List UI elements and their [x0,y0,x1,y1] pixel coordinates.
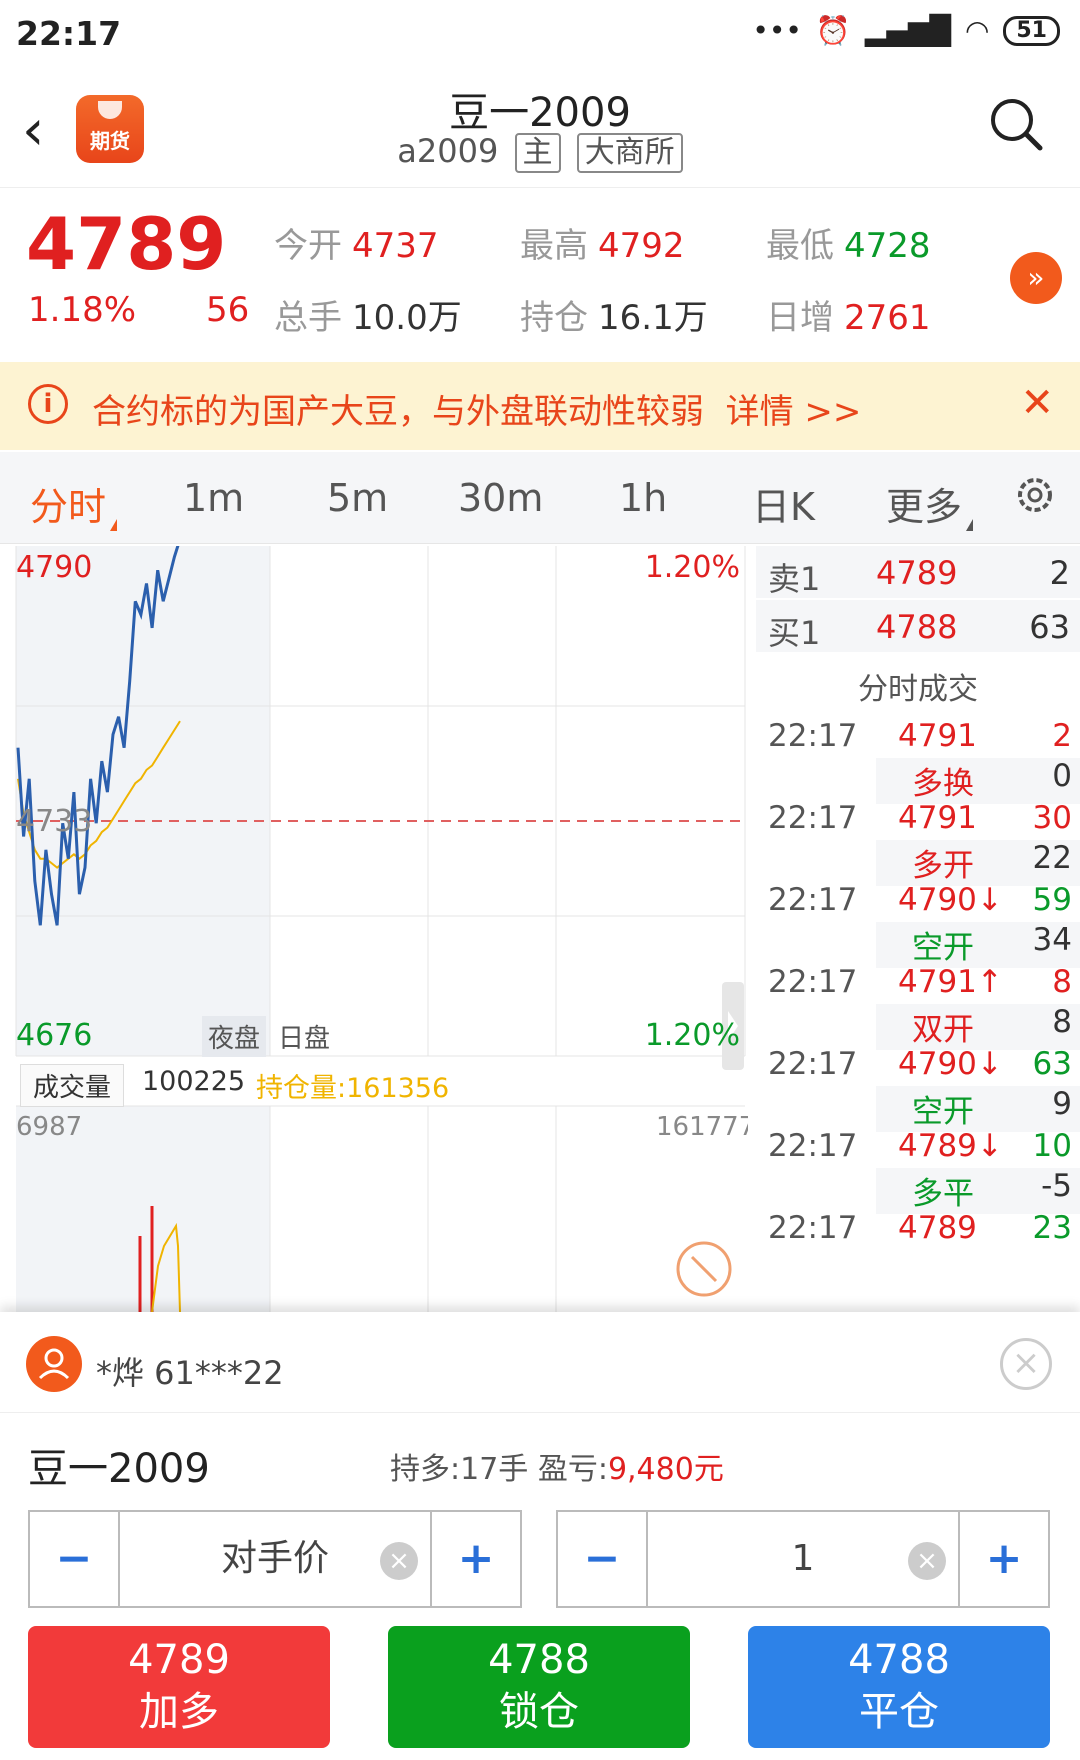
tab-1m[interactable]: 1m [183,476,244,520]
account-name: *烨 61***22 [96,1354,284,1392]
volume-stat: 总手 10.0万 [274,298,462,338]
change-value: 56 [206,290,250,330]
axis-bottom-pct: 1.20% [644,1018,740,1053]
notice-banner: i 合约标的为国产大豆，与外盘联动性较弱 详情 >> ✕ [0,362,1080,450]
chart-svg [15,546,746,1312]
tick-kind-row: 多开 22 [876,840,1080,886]
info-icon: i [28,384,68,424]
trade-product-name: 豆一2009 [28,1446,210,1492]
battery-icon: 51 [1003,15,1060,46]
period-tabs: 分时 1m 5m 30m 1h 日K 更多 [0,452,1080,544]
dropdown-icon [966,519,974,531]
quantity-input[interactable]: 1 × [646,1512,960,1606]
oi-value: 持仓量:161356 [256,1073,450,1104]
status-icons: ••• ⏰ ▂▄▆█ ◠ 51 [752,14,1060,47]
avatar[interactable] [26,1336,82,1392]
oi-max-label: 161777 [656,1112,748,1142]
session-night-label: 夜盘 [202,1016,267,1057]
status-time: 22:17 [16,14,122,53]
qty-minus-button[interactable]: − [558,1512,646,1606]
close-panel-icon[interactable]: × [1000,1338,1052,1390]
main-tag: 主 [514,133,561,173]
signal-icon: ▂▄▆█ [864,14,951,47]
volume-max-label: 6987 [16,1112,83,1142]
volume-indicator-button[interactable]: 成交量 [20,1064,125,1107]
fullscreen-icon-stroke [690,1255,718,1283]
order-book: 卖1 4789 2 买1 4788 63 分时成交 22:17 4791 2 多换 0 2… [756,546,1080,1312]
session-day-label: 日盘 [278,1024,331,1054]
open-stat: 今开 4737 [274,226,439,266]
notice-details-link[interactable]: 详情 >> [726,392,862,432]
intraday-chart[interactable]: 4790 1.20% 4733 4676 1.20% 夜盘 日盘 成交量 100… [0,546,748,1312]
tick-kind-row: 双开 8 [876,1004,1080,1050]
alarm-icon: ⏰ [815,14,851,47]
axis-top-price: 4790 [16,550,93,585]
search-icon[interactable] [988,96,1044,152]
close-icon[interactable]: ✕ [1020,380,1054,426]
status-bar: 22:17 ••• ⏰ ▂▄▆█ ◠ 51 [0,0,1080,70]
quantity-stepper: − 1 × + [556,1510,1050,1608]
contract-subtitle: a2009 主 大商所 [0,132,1080,173]
tab-daily[interactable]: 日K [752,476,815,531]
ticks-title: 分时成交 [858,672,978,707]
tab-more[interactable]: 更多 [886,476,974,531]
axis-bottom-price: 4676 [16,1018,93,1053]
clear-price-icon[interactable]: × [380,1542,418,1580]
price-minus-button[interactable]: − [30,1512,118,1606]
price-stepper: − 对手价 × + [28,1510,522,1608]
user-icon [38,1348,70,1380]
tick-kind-row: 空开 34 [876,922,1080,968]
tick-kind-row: 空开 9 [876,1086,1080,1132]
header: ‹ 期货 豆一2009 a2009 主 大商所 [0,70,1080,188]
gear-icon[interactable] [1010,470,1060,520]
daily-stat: 日增 2761 [766,298,931,338]
change-pct: 1.18% [28,290,137,330]
bid1-row: 买1 4788 63 [756,600,1080,652]
tick-kind-row: 多平 -5 [876,1168,1080,1214]
high-stat: 最高 4792 [520,226,685,266]
tab-1h[interactable]: 1h [619,476,667,520]
price-input[interactable]: 对手价 × [118,1512,432,1606]
last-price: 4789 [26,202,227,286]
tick-kind-row: 多换 0 [876,758,1080,804]
price-plus-button[interactable]: + [432,1512,520,1606]
divider [0,1412,1080,1413]
wifi-icon: ◠ [964,14,990,47]
page-title: 豆一2009 [449,90,631,136]
expand-quote-icon[interactable]: » [1010,252,1062,304]
dropdown-icon [110,519,118,531]
clear-qty-icon[interactable]: × [908,1542,946,1580]
axis-top-pct: 1.20% [644,550,740,585]
low-stat: 最低 4728 [766,226,931,266]
tab-5m[interactable]: 5m [327,476,388,520]
volume-value: 100225 [142,1066,246,1097]
contract-code: a2009 [397,132,499,170]
tab-30m[interactable]: 30m [458,476,543,520]
night-session-bg [16,546,270,1056]
exchange-tag: 大商所 [576,133,683,173]
close-position-button[interactable]: 4788 平仓 [748,1626,1050,1748]
quote-panel: 4789 1.18% 56 今开 4737 最高 4792 最低 4728 总手 10.… [0,190,1080,360]
tab-intraday[interactable]: 分时 [30,476,118,531]
notice-text: 合约标的为国产大豆，与外盘联动性较弱 详情 >> [92,392,862,432]
trade-panel: *烨 61***22 × 豆一2009 持多:17手 盈亏:9,480元 − 对… [0,1312,1080,1760]
lock-position-button[interactable]: 4788 锁仓 [388,1626,690,1748]
add-long-button[interactable]: 4789 加多 [28,1626,330,1748]
axis-mid-price: 4733 [16,804,93,839]
tick-row: 22:17 4789 23 [768,1210,1072,1246]
position-info: 持多:17手 盈亏:9,480元 [390,1452,724,1487]
ask1-row: 卖1 4789 2 [756,546,1080,598]
oi-stat: 持仓 16.1万 [520,298,708,338]
dots-icon: ••• [752,14,802,47]
qty-plus-button[interactable]: + [960,1512,1048,1606]
